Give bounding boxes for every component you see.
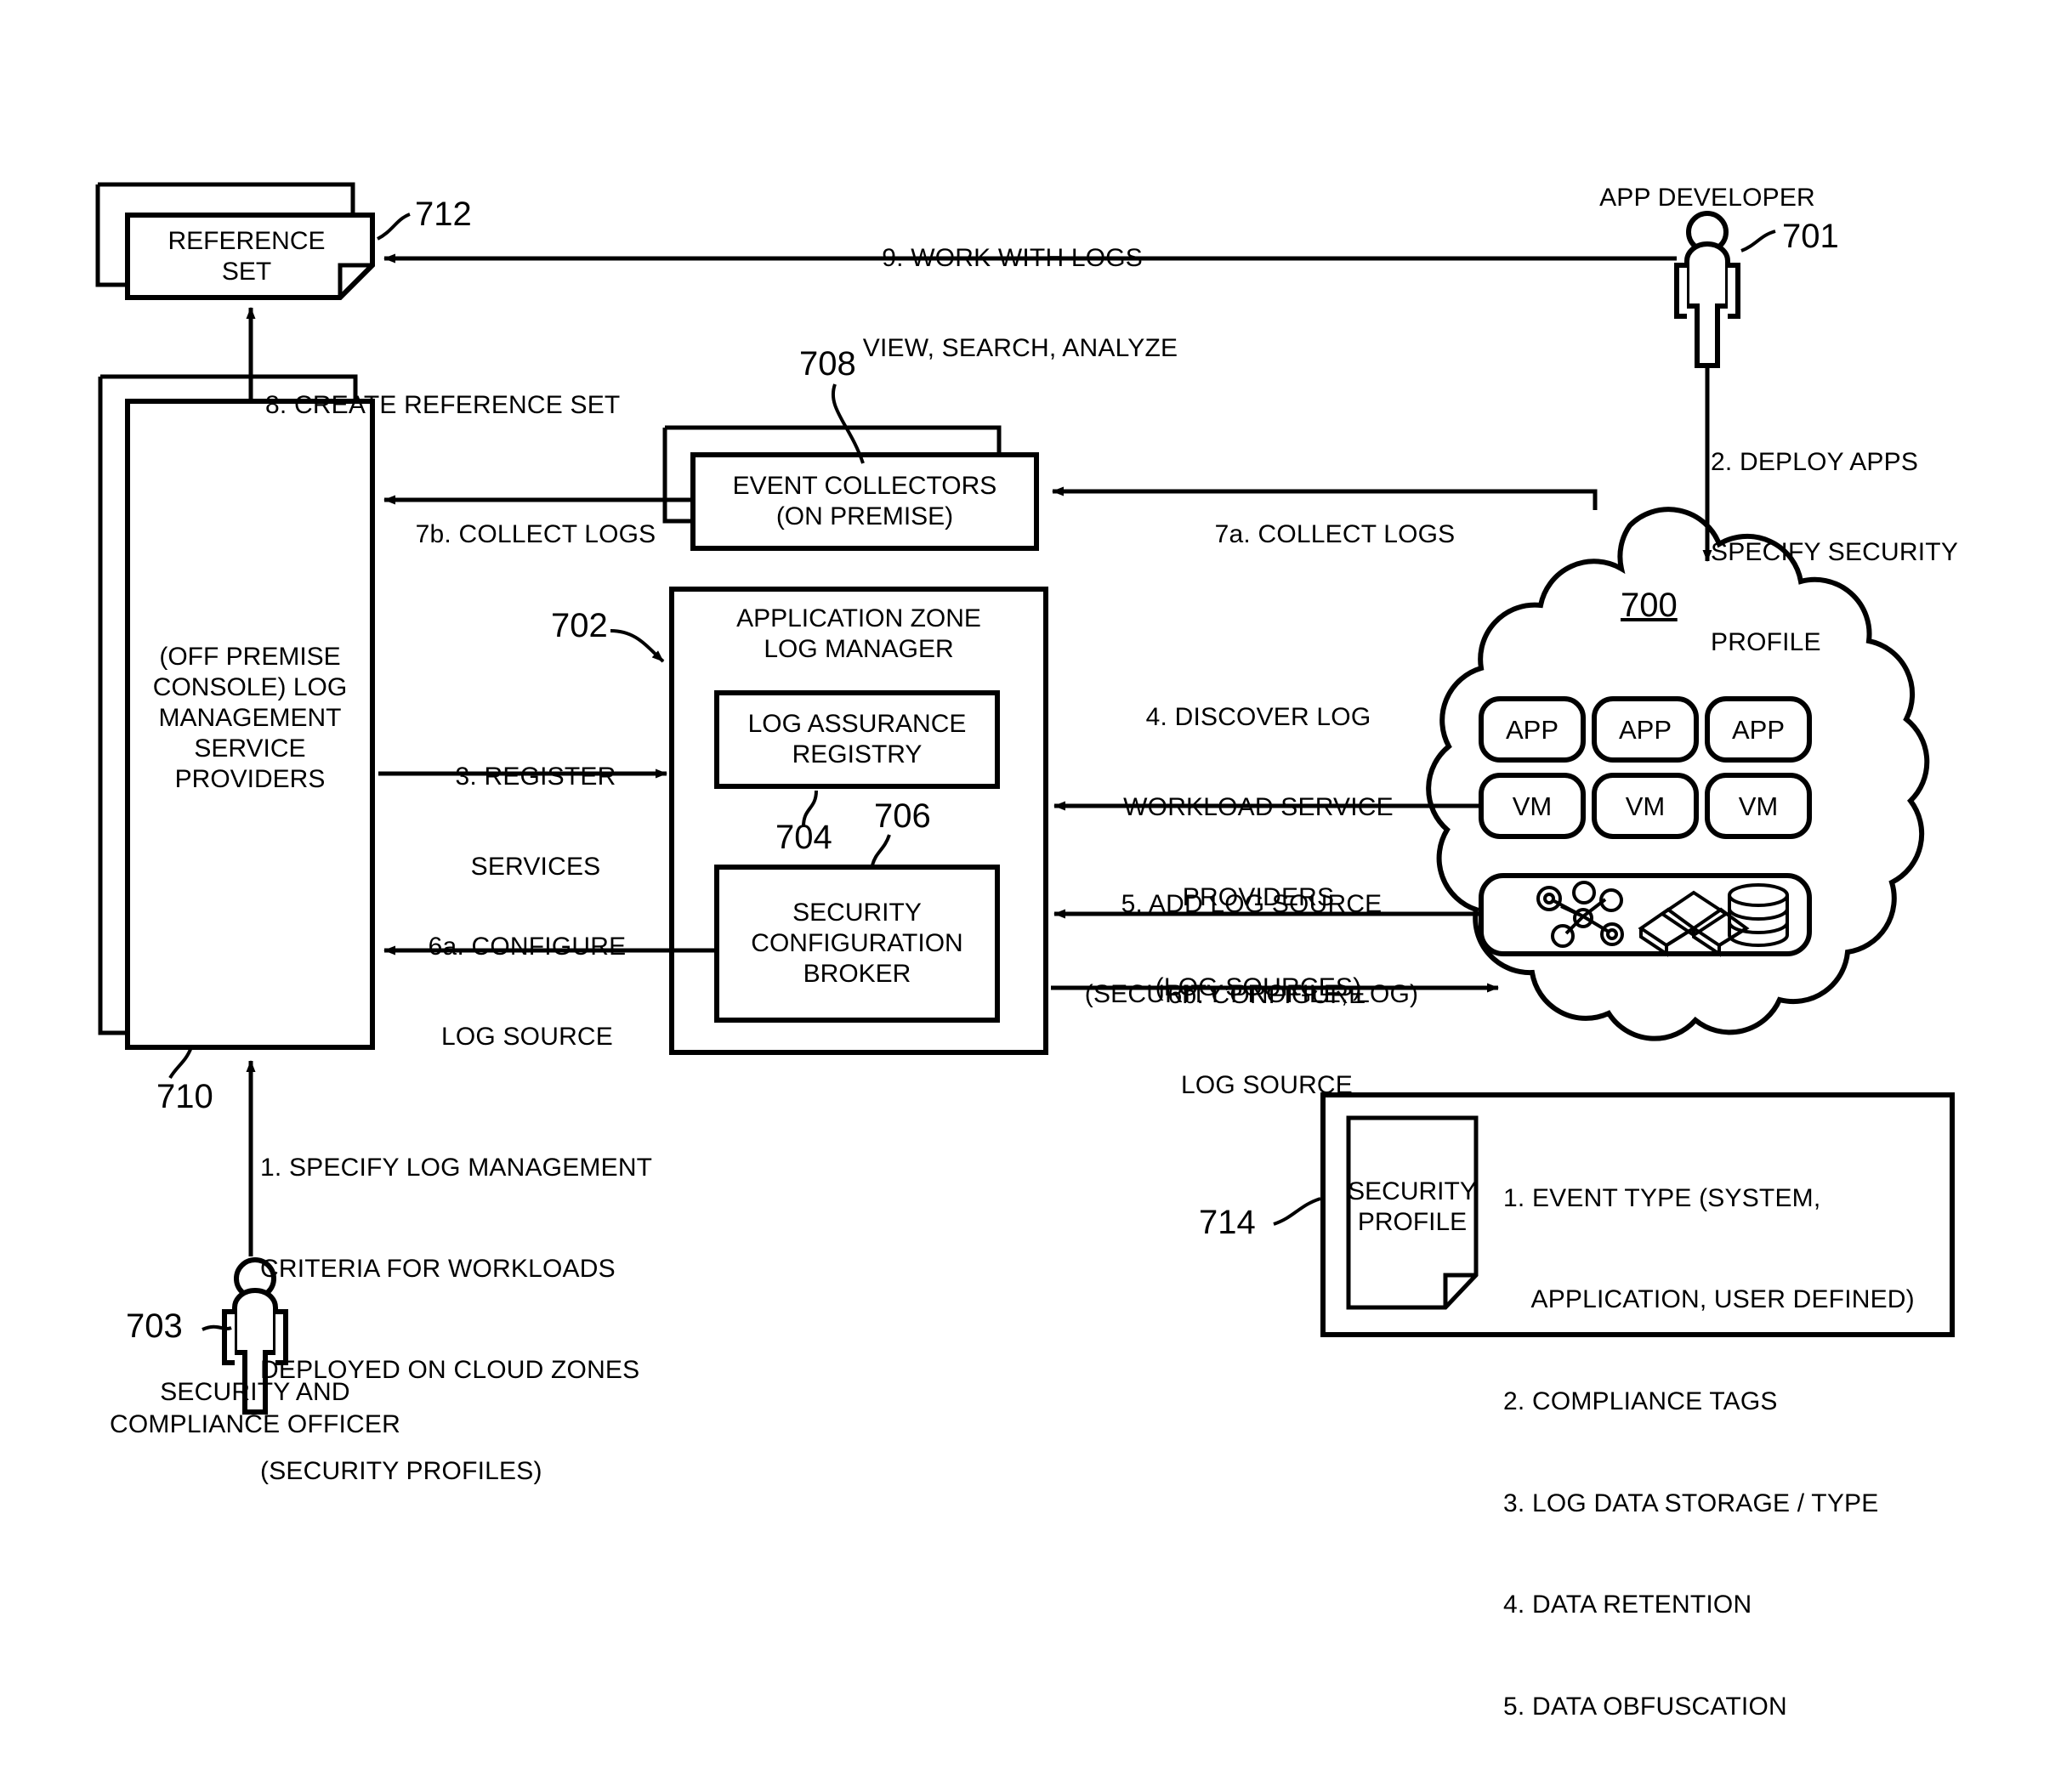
ref-706: 706 [874, 797, 931, 835]
ref-703: 703 [126, 1307, 183, 1345]
flow-4-line1: 4. DISCOVER LOG [1145, 702, 1371, 731]
cloud-app-1-label[interactable]: APP [1481, 715, 1583, 746]
ref-714: 714 [1199, 1204, 1256, 1241]
flow-6a-line1: 6a. CONFIGURE [428, 932, 627, 961]
flow-7a-line1: 7a. COLLECT LOGS [1214, 519, 1456, 548]
flow-8-label: 8. CREATE REFERENCE SET [265, 330, 707, 480]
ref-701: 701 [1782, 218, 1839, 255]
reference-set-line1: REFERENCE [167, 226, 326, 255]
patent-figure: REFERENCE SET 712 (OFF PREMISE CONSOLE) … [0, 0, 2061, 1721]
log-assurance-line2: REGISTRY [792, 740, 923, 768]
flow-2-line1: 2. DEPLOY APPS [1711, 447, 1919, 476]
flow-5-line1: 5. ADD LOG SOURCE [1121, 889, 1383, 918]
scb-line3: BROKER [803, 960, 911, 988]
app-developer-label: APP DEVELOPER [1599, 184, 1815, 212]
flow-9-label: 9. WORK WITH LOGS - VIEW, SEARCH, ANALYZ… [799, 183, 1241, 423]
network-cluster-icon [1536, 881, 1624, 948]
flow-3-line1: 3. REGISTER [455, 762, 616, 791]
off-premise-line2: CONSOLE) LOG [152, 673, 348, 701]
app-developer-figure [1674, 211, 1740, 368]
event-collectors-box[interactable]: EVENT COLLECTORS (ON PREMISE) [693, 455, 1036, 548]
flow-2-label: 2. DEPLOY APPS SPECIFY SECURITY PROFILE [1711, 387, 2034, 717]
flow-9-line2: VIEW, SEARCH, ANALYZE [862, 333, 1178, 362]
ref-702: 702 [551, 607, 608, 644]
flow-6b-line1: 6b. CONFIGURE [1167, 980, 1366, 1009]
security-profile-item-list: 1. EVENT TYPE (SYSTEM, APPLICATION, USER… [1503, 1114, 1945, 1792]
cloud-vm-3-label[interactable]: VM [1707, 791, 1809, 822]
ref-704: 704 [775, 819, 832, 856]
flow-6b-line2: LOG SOURCE [1180, 1070, 1354, 1099]
security-profile-doc: SECURITY PROFILE [1348, 1169, 1477, 1245]
cloud-app-2-label[interactable]: APP [1594, 715, 1696, 746]
off-premise-line3: MANAGEMENT [158, 704, 342, 732]
app-zone-log-manager-box[interactable]: APPLICATION ZONE LOG MANAGER [672, 600, 1046, 668]
security-profile-item-2: 2. COMPLIANCE TAGS [1503, 1387, 1778, 1416]
security-profile-item-5: 5. DATA OBFUSCATION [1503, 1693, 1787, 1721]
flow-7b-line1: 7b. COLLECT LOGS [415, 519, 656, 548]
security-configuration-broker-box[interactable]: SECURITY CONFIGURATION BROKER [717, 867, 997, 1020]
flow-1-line4: (SECURITY PROFILES) [260, 1456, 542, 1485]
off-premise-line5: PROVIDERS [174, 765, 326, 793]
security-profile-doc-line2: PROFILE [1357, 1208, 1468, 1236]
flow-9-line1: 9. WORK WITH LOGS - [882, 243, 1159, 272]
event-collectors-line2: (ON PREMISE) [775, 502, 954, 530]
flow-4-line2: WORKLOAD SERVICE [1123, 792, 1394, 821]
flow-1-line3: DEPLOYED ON CLOUD ZONES [260, 1355, 640, 1384]
blocks-stack-icon [1638, 890, 1750, 957]
app-zone-line2: LOG MANAGER [764, 635, 954, 663]
app-zone-line1: APPLICATION ZONE [736, 604, 981, 632]
flow-6b-label: 6b. CONFIGURE LOG SOURCE [1105, 920, 1428, 1160]
database-cylinder-icon [1728, 883, 1789, 947]
flow-2-line2: SPECIFY SECURITY [1711, 537, 1959, 566]
flow-6a-line2: LOG SOURCE [440, 1022, 614, 1051]
cloud-vm-1-label[interactable]: VM [1481, 791, 1583, 822]
flow-7a-label: 7a. COLLECT LOGS [1165, 459, 1505, 610]
flow-8-line1: 8. CREATE REFERENCE SET [265, 390, 621, 419]
cloud-vm-2-label[interactable]: VM [1594, 791, 1696, 822]
scb-line2: CONFIGURATION [751, 929, 963, 957]
security-profile-item-1b: APPLICATION, USER DEFINED) [1503, 1285, 1915, 1314]
flow-1-line1: 1. SPECIFY LOG MANAGEMENT [260, 1154, 653, 1182]
reference-set-line2: SET [221, 257, 272, 286]
flow-1-label: 1. SPECIFY LOG MANAGEMENT CRITERIA FOR W… [260, 1084, 719, 1555]
security-profile-item-3: 3. LOG DATA STORAGE / TYPE [1503, 1489, 1879, 1517]
flow-1-line2: CRITERIA FOR WORKLOADS [260, 1254, 616, 1283]
log-assurance-line1: LOG ASSURANCE [747, 710, 967, 738]
off-premise-console-box[interactable]: (OFF PREMISE CONSOLE) LOG MANAGEMENT SER… [128, 629, 372, 808]
security-profile-item-1: 1. EVENT TYPE (SYSTEM, [1503, 1183, 1821, 1212]
ref-700-cloud: 700 [1621, 587, 1678, 624]
security-profile-doc-line1: SECURITY [1348, 1177, 1477, 1205]
reference-set-box[interactable]: REFERENCE SET [128, 215, 366, 298]
cloud-infra-panel [1479, 873, 1812, 957]
flow-7b-label: 7b. COLLECT LOGS [383, 459, 689, 610]
flow-2-line3: PROFILE [1711, 628, 1821, 657]
security-profile-item-4: 4. DATA RETENTION [1503, 1591, 1752, 1619]
log-assurance-registry-box[interactable]: LOG ASSURANCE REGISTRY [717, 693, 997, 786]
scb-line1: SECURITY [792, 899, 922, 927]
off-premise-line1: (OFF PREMISE [159, 643, 341, 671]
event-collectors-line1: EVENT COLLECTORS [732, 472, 997, 500]
ref-710: 710 [156, 1078, 213, 1115]
ref-712: 712 [415, 196, 472, 233]
off-premise-line4: SERVICE [194, 734, 306, 763]
flow-6a-label: 6a. CONFIGURE LOG SOURCE [387, 871, 667, 1112]
cloud-app-3-label[interactable]: APP [1707, 715, 1809, 746]
